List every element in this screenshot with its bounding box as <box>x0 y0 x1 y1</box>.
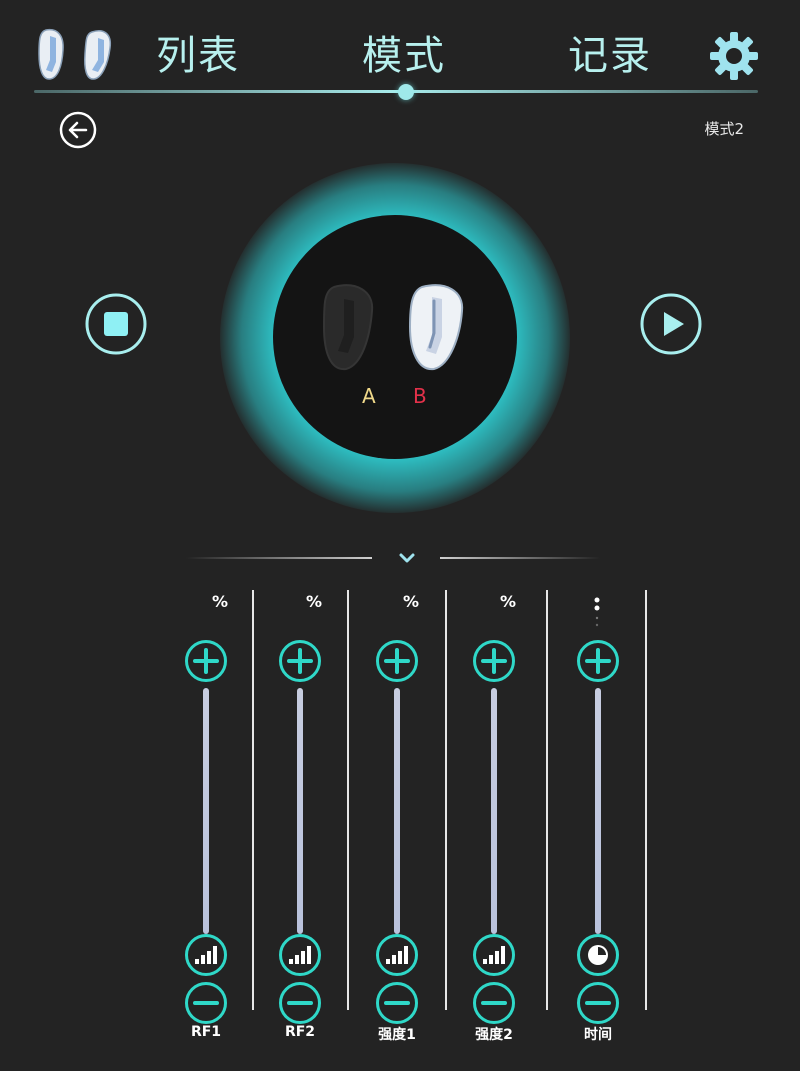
device-a-icon[interactable] <box>318 281 382 373</box>
settings-gear-icon[interactable] <box>708 30 760 82</box>
rf1-label: RF1 <box>190 1024 222 1040</box>
rf2-label: RF2 <box>284 1024 316 1040</box>
unit-label: % <box>306 592 323 611</box>
intensity2-slider-track[interactable] <box>491 688 497 934</box>
column-separator <box>445 590 447 1010</box>
rf2-minus-button[interactable] <box>278 981 322 1025</box>
mode-label: 模式2 <box>704 120 744 138</box>
tab-list[interactable]: 列表 <box>156 28 240 84</box>
unit-label: % <box>500 592 517 611</box>
intensity1-minus-button[interactable] <box>375 981 419 1025</box>
rf1-plus-button[interactable] <box>184 639 228 683</box>
section-divider-left <box>186 557 372 559</box>
channel-b-label: B <box>413 384 427 408</box>
stop-button[interactable] <box>84 292 148 356</box>
more-dots-icon[interactable] <box>592 596 602 636</box>
rf2-signal-bars-icon <box>278 933 322 977</box>
intensity2-minus-button[interactable] <box>472 981 516 1025</box>
device-b-icon[interactable] <box>404 281 468 373</box>
column-separator <box>347 590 349 1010</box>
channel-disc <box>273 215 517 459</box>
intensity1-slider-track[interactable] <box>394 688 400 934</box>
intensity1-signal-bars-icon <box>375 933 419 977</box>
intensity1-plus-button[interactable] <box>375 639 419 683</box>
intensity2-label: 强度2 <box>475 1027 513 1043</box>
tab-mode[interactable]: 模式 <box>362 28 446 84</box>
rf2-plus-button[interactable] <box>278 639 322 683</box>
intensity2-plus-button[interactable] <box>472 639 516 683</box>
rf1-slider-track[interactable] <box>203 688 209 934</box>
header-progress-knob[interactable] <box>398 84 414 100</box>
column-separator <box>546 590 548 1010</box>
rf1-minus-button[interactable] <box>184 981 228 1025</box>
tab-record[interactable]: 记录 <box>568 28 652 84</box>
play-button[interactable] <box>639 292 703 356</box>
rf2-slider-track[interactable] <box>297 688 303 934</box>
rf1-signal-bars-icon <box>184 933 228 977</box>
time-minus-button[interactable] <box>576 981 620 1025</box>
time-slider-track[interactable] <box>595 688 601 934</box>
header-progress-track <box>34 90 758 93</box>
intensity1-label: 强度1 <box>378 1027 416 1043</box>
time-label: 时间 <box>584 1027 612 1043</box>
column-separator <box>252 590 254 1010</box>
channel-a-label: A <box>362 384 376 408</box>
app-logo-device-pair-icon <box>36 26 118 82</box>
time-timer-icon <box>576 933 620 977</box>
section-divider-right <box>440 557 600 559</box>
column-separator <box>645 590 647 1010</box>
unit-label: % <box>212 592 229 611</box>
intensity2-signal-bars-icon <box>472 933 516 977</box>
back-arrow-left-icon[interactable] <box>58 110 98 150</box>
unit-label: % <box>403 592 420 611</box>
collapse-chevron-down-icon[interactable] <box>398 550 416 564</box>
time-plus-button[interactable] <box>576 639 620 683</box>
